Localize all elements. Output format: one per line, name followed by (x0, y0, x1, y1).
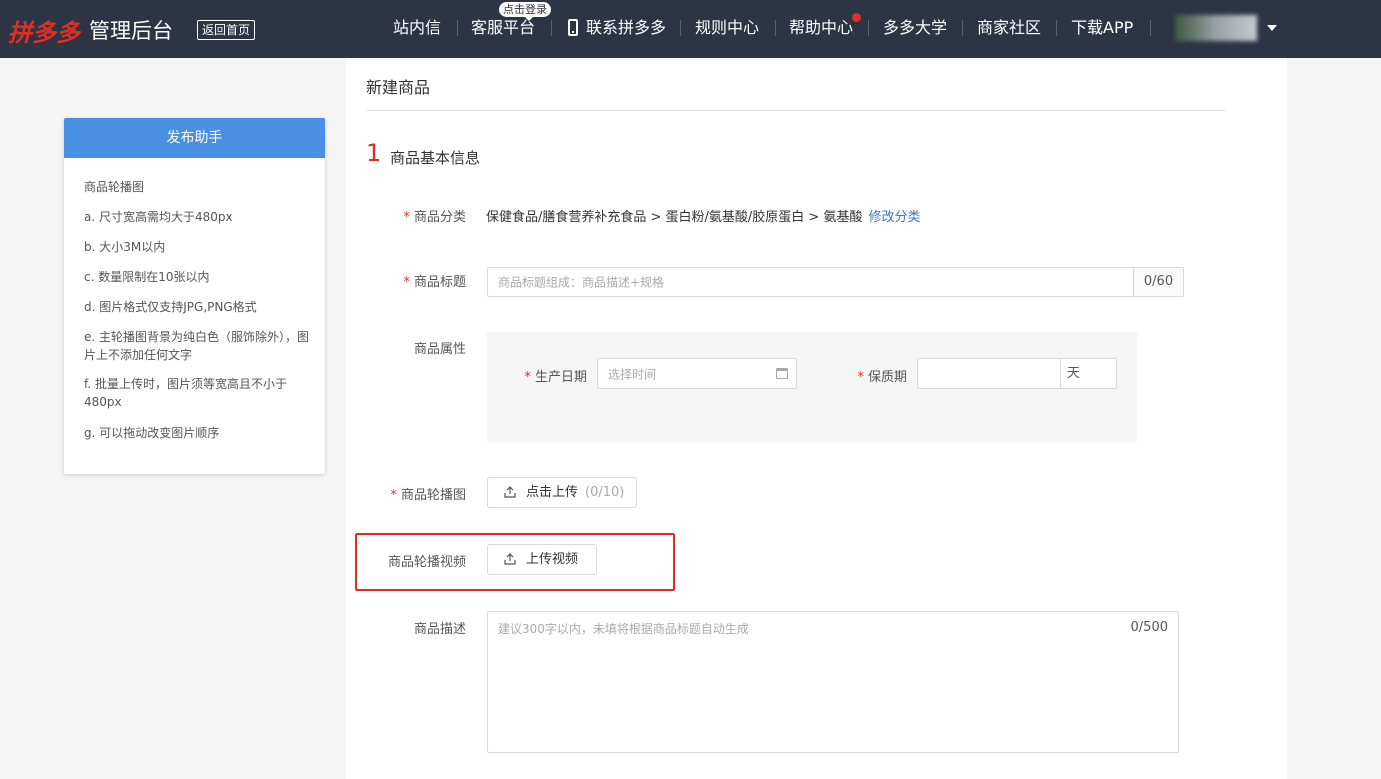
nav-divider (1056, 20, 1057, 36)
description-label: 商品描述 (413, 622, 466, 637)
assistant-line: b. 大小3M以内 (84, 240, 166, 254)
edit-category-link[interactable]: 修改分类 (868, 210, 920, 225)
caret-down-icon[interactable] (1267, 25, 1277, 31)
category-label: * 商品分类 (403, 210, 466, 225)
shelf-life-unit: 天 (1060, 359, 1116, 388)
nav-divider (551, 20, 552, 36)
assistant-title: 发布助手 (64, 118, 325, 158)
top-navigation-bar: 拼多多 管理后台 返回首页 站内信 客服平台 点击登录 联系拼多多 规则中心 帮… (0, 0, 1381, 58)
assistant-line: 商品轮播图 (84, 180, 145, 194)
page-title: 新建商品 (366, 78, 431, 97)
description-textarea[interactable]: 建议300字以内，未填将根据商品标题自动生成 0/500 (487, 611, 1179, 753)
category-path: 保健食品/膳食营养补充食品 > 蛋白粉/氨基酸/胶原蛋白 > 氨基酸 修改分类 (486, 210, 921, 225)
nav-contact[interactable]: 联系拼多多 (586, 17, 666, 39)
nav-rules-center[interactable]: 规则中心 (695, 17, 759, 39)
nav-divider (775, 20, 776, 36)
description-counter: 0/500 (1130, 620, 1168, 635)
production-date-label: * 生产日期 (524, 370, 587, 385)
product-title-input[interactable]: 商品标题组成：商品描述+规格 0/60 (487, 267, 1184, 297)
nav-download-app[interactable]: 下载APP (1071, 17, 1133, 39)
nav-divider (680, 20, 681, 36)
divider (366, 110, 1226, 111)
logo-brand: 拼多多 (8, 19, 80, 47)
assistant-line: e. 主轮播图背景为纯白色（服饰除外），图片上不添加任何文字 (84, 330, 310, 362)
image-count: (0/10) (585, 485, 625, 500)
nav-university[interactable]: 多多大学 (883, 17, 947, 39)
upload-icon (504, 486, 516, 498)
section-title: 商品基本信息 (390, 149, 481, 167)
nav-messages[interactable]: 站内信 (393, 17, 441, 39)
login-tooltip[interactable]: 点击登录 (499, 2, 551, 21)
upload-images-button[interactable]: 点击上传 (0/10) (487, 477, 637, 508)
step-number: 1 (366, 139, 382, 167)
nav-divider (962, 20, 963, 36)
nav-divider (1150, 20, 1151, 36)
description-placeholder: 建议300字以内，未填将根据商品标题自动生成 (498, 622, 749, 636)
attributes-label: 商品属性 (413, 342, 466, 357)
back-home-button[interactable]: 返回首页 (197, 20, 256, 40)
carousel-images-label: * 商品轮播图 (390, 488, 466, 503)
assistant-line: a. 尺寸宽高需均大于480px (84, 210, 233, 224)
production-date-picker[interactable]: 选择时间 (597, 358, 797, 389)
publish-assistant-panel: 发布助手 商品轮播图 a. 尺寸宽高需均大于480px b. 大小3M以内 c.… (64, 118, 325, 474)
nav-help-center[interactable]: 帮助中心 (789, 17, 853, 39)
assistant-line: c. 数量限制在10张以内 (84, 270, 210, 284)
assistant-line: g. 可以拖动改变图片顺序 (84, 426, 220, 440)
title-counter: 0/60 (1133, 268, 1183, 296)
highlight-box (355, 533, 675, 591)
shelf-life-label: * 保质期 (857, 370, 907, 385)
logo-suffix: 管理后台 (89, 19, 173, 43)
nav-divider (457, 20, 458, 36)
title-placeholder: 商品标题组成：商品描述+规格 (498, 275, 665, 290)
shelf-life-input[interactable]: 天 (917, 358, 1117, 389)
new-product-form: 新建商品 1 商品基本信息 * 商品分类 保健食品/膳食营养补充食品 > 蛋白粉/… (346, 58, 1287, 779)
user-avatar[interactable] (1175, 15, 1257, 41)
phone-icon (568, 19, 578, 36)
nav-community[interactable]: 商家社区 (977, 17, 1041, 39)
assistant-line: f. 批量上传时，图片须等宽高且不小于480px (84, 377, 287, 409)
nav-divider (868, 20, 869, 36)
attributes-box: * 生产日期 选择时间 * 保质期 天 (487, 332, 1137, 442)
notification-dot (852, 13, 861, 22)
date-placeholder: 选择时间 (608, 367, 657, 381)
title-label: * 商品标题 (403, 275, 466, 290)
assistant-line: d. 图片格式仅支持JPG,PNG格式 (84, 300, 257, 314)
